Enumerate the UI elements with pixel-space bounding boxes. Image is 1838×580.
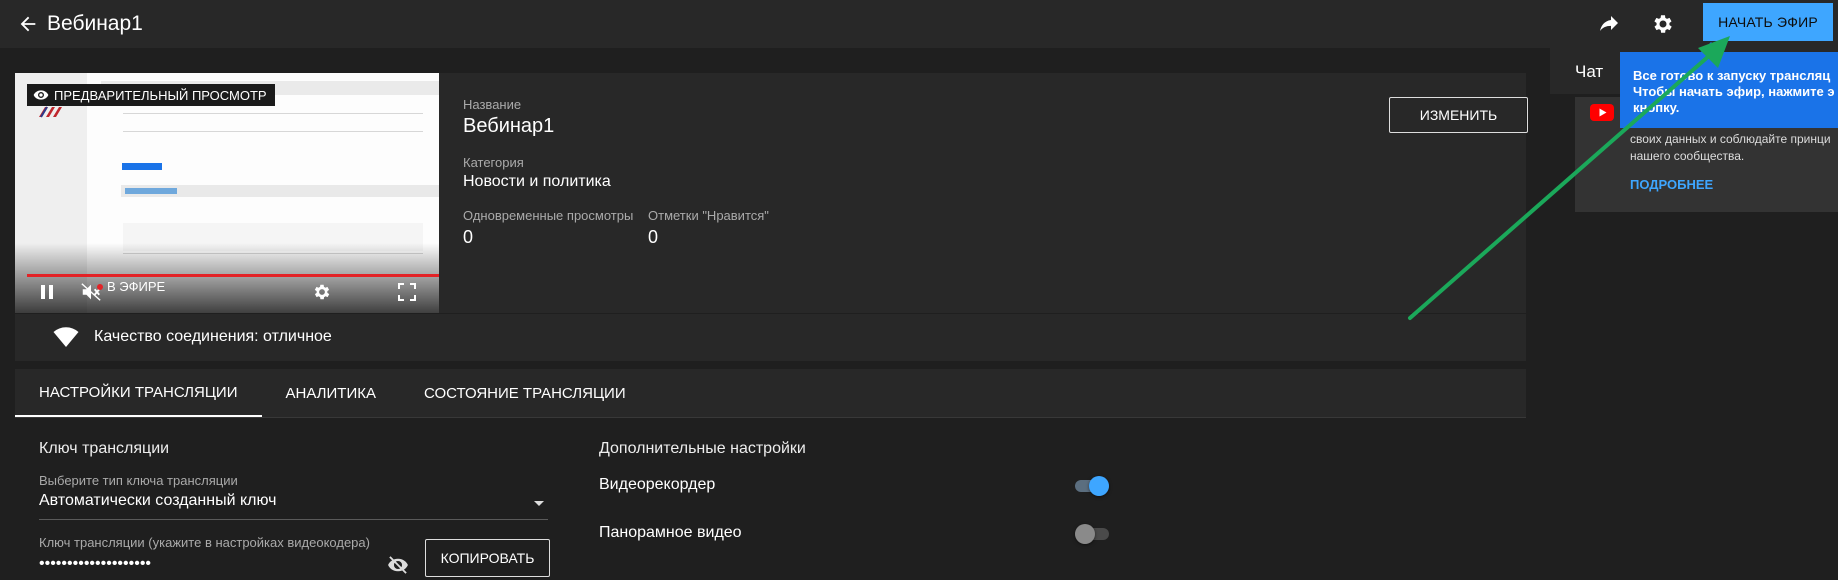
connection-quality-text: Качество соединения: отличное bbox=[94, 328, 332, 345]
key-type-label: Выберите тип ключа трансляции bbox=[39, 473, 238, 488]
chat-card-line: своих данных и соблюдайте принци bbox=[1630, 132, 1831, 146]
dvr-label: Видеорекордер bbox=[599, 476, 716, 493]
panoramic-video-label: Панорамное видео bbox=[599, 524, 742, 541]
share-icon[interactable] bbox=[1594, 9, 1624, 39]
chat-card-text: своих данных и соблюдайте принци нашего … bbox=[1630, 131, 1831, 165]
preview-line bbox=[123, 113, 423, 114]
copy-key-button[interactable]: КОПИРОВАТЬ bbox=[425, 539, 550, 577]
hide-eye-icon[interactable] bbox=[386, 554, 410, 576]
stream-key-label: Ключ трансляции (укажите в настройках ви… bbox=[39, 535, 370, 550]
preview-button bbox=[122, 163, 162, 170]
settings-gear-icon[interactable] bbox=[1648, 9, 1678, 39]
eye-icon bbox=[33, 90, 49, 100]
dvr-toggle[interactable] bbox=[1075, 474, 1111, 498]
top-bar bbox=[0, 0, 1838, 48]
chat-card-line: нашего сообщества. bbox=[1630, 149, 1745, 163]
tab-bar: НАСТРОЙКИ ТРАНСЛЯЦИИ АНАЛИТИКА СОСТОЯНИЕ… bbox=[15, 369, 650, 417]
learn-more-link[interactable]: ПОДРОБНЕЕ bbox=[1630, 177, 1713, 192]
concurrent-views-label: Одновременные просмотры bbox=[463, 208, 634, 223]
tooltip-line: кнопку. bbox=[1633, 100, 1680, 115]
preview-line bbox=[123, 131, 423, 132]
edit-button[interactable]: ИЗМЕНИТЬ bbox=[1389, 97, 1528, 133]
back-arrow-icon[interactable] bbox=[14, 10, 42, 38]
likes-value: 0 bbox=[648, 227, 659, 247]
page-title: Вебинар1 bbox=[47, 12, 143, 35]
name-label: Название bbox=[463, 97, 522, 112]
live-dot-icon bbox=[97, 283, 103, 290]
preview-screen-content bbox=[15, 73, 439, 313]
settings-panel: НАСТРОЙКИ ТРАНСЛЯЦИИ АНАЛИТИКА СОСТОЯНИЕ… bbox=[15, 369, 1526, 580]
tooltip-line: Все готово к запуску трансляц bbox=[1633, 68, 1831, 83]
tab-content: Ключ трансляции Выберите тип ключа транс… bbox=[15, 418, 1526, 580]
chat-title: Чат bbox=[1575, 62, 1604, 81]
stream-key-field[interactable]: •••••••••••••••••••• bbox=[39, 555, 151, 573]
stream-preview[interactable]: ПРЕДВАРИТЕЛЬНЫЙ ПРОСМОТР bbox=[15, 73, 439, 313]
connection-quality-bar: Качество соединения: отличное bbox=[15, 314, 1526, 361]
preview-progress-bar[interactable] bbox=[27, 274, 439, 277]
live-indicator: В ЭФИРЕ bbox=[97, 279, 165, 294]
stream-key-title: Ключ трансляции bbox=[39, 440, 170, 457]
fullscreen-icon[interactable] bbox=[395, 280, 419, 304]
additional-settings-title: Дополнительные настройки bbox=[599, 440, 806, 457]
preview-logo-icon bbox=[39, 106, 62, 118]
concurrent-views-value: 0 bbox=[463, 227, 474, 247]
pause-icon[interactable] bbox=[35, 280, 59, 304]
category-value: Новости и политика bbox=[463, 173, 611, 190]
tab-stream-health[interactable]: СОСТОЯНИЕ ТРАНСЛЯЦИИ bbox=[400, 369, 650, 417]
youtube-icon bbox=[1590, 104, 1614, 121]
preview-badge: ПРЕДВАРИТЕЛЬНЫЙ ПРОСМОТР bbox=[27, 84, 275, 106]
player-settings-icon[interactable] bbox=[310, 280, 334, 304]
live-label: В ЭФИРЕ bbox=[107, 279, 166, 294]
select-underline bbox=[39, 519, 548, 520]
panoramic-video-toggle[interactable] bbox=[1075, 522, 1111, 546]
key-type-select[interactable]: Автоматически созданный ключ bbox=[39, 492, 276, 510]
dropdown-caret-icon[interactable] bbox=[533, 500, 545, 507]
start-stream-button[interactable]: НАЧАТЬ ЭФИР bbox=[1703, 3, 1833, 41]
category-label: Категория bbox=[463, 155, 524, 170]
preview-highlight bbox=[125, 188, 177, 194]
tab-analytics[interactable]: АНАЛИТИКА bbox=[262, 369, 400, 417]
name-value: Вебинар1 bbox=[463, 115, 555, 137]
preview-badge-label: ПРЕДВАРИТЕЛЬНЫЙ ПРОСМОТР bbox=[54, 87, 267, 103]
tooltip-text: Все готово к запуску трансляц Чтобы нача… bbox=[1633, 68, 1835, 116]
tooltip-line: Чтобы начать эфир, нажмите э bbox=[1633, 84, 1835, 99]
wifi-icon bbox=[53, 327, 79, 347]
likes-label: Отметки "Нравится" bbox=[648, 208, 769, 223]
tab-stream-settings[interactable]: НАСТРОЙКИ ТРАНСЛЯЦИИ bbox=[15, 369, 262, 417]
